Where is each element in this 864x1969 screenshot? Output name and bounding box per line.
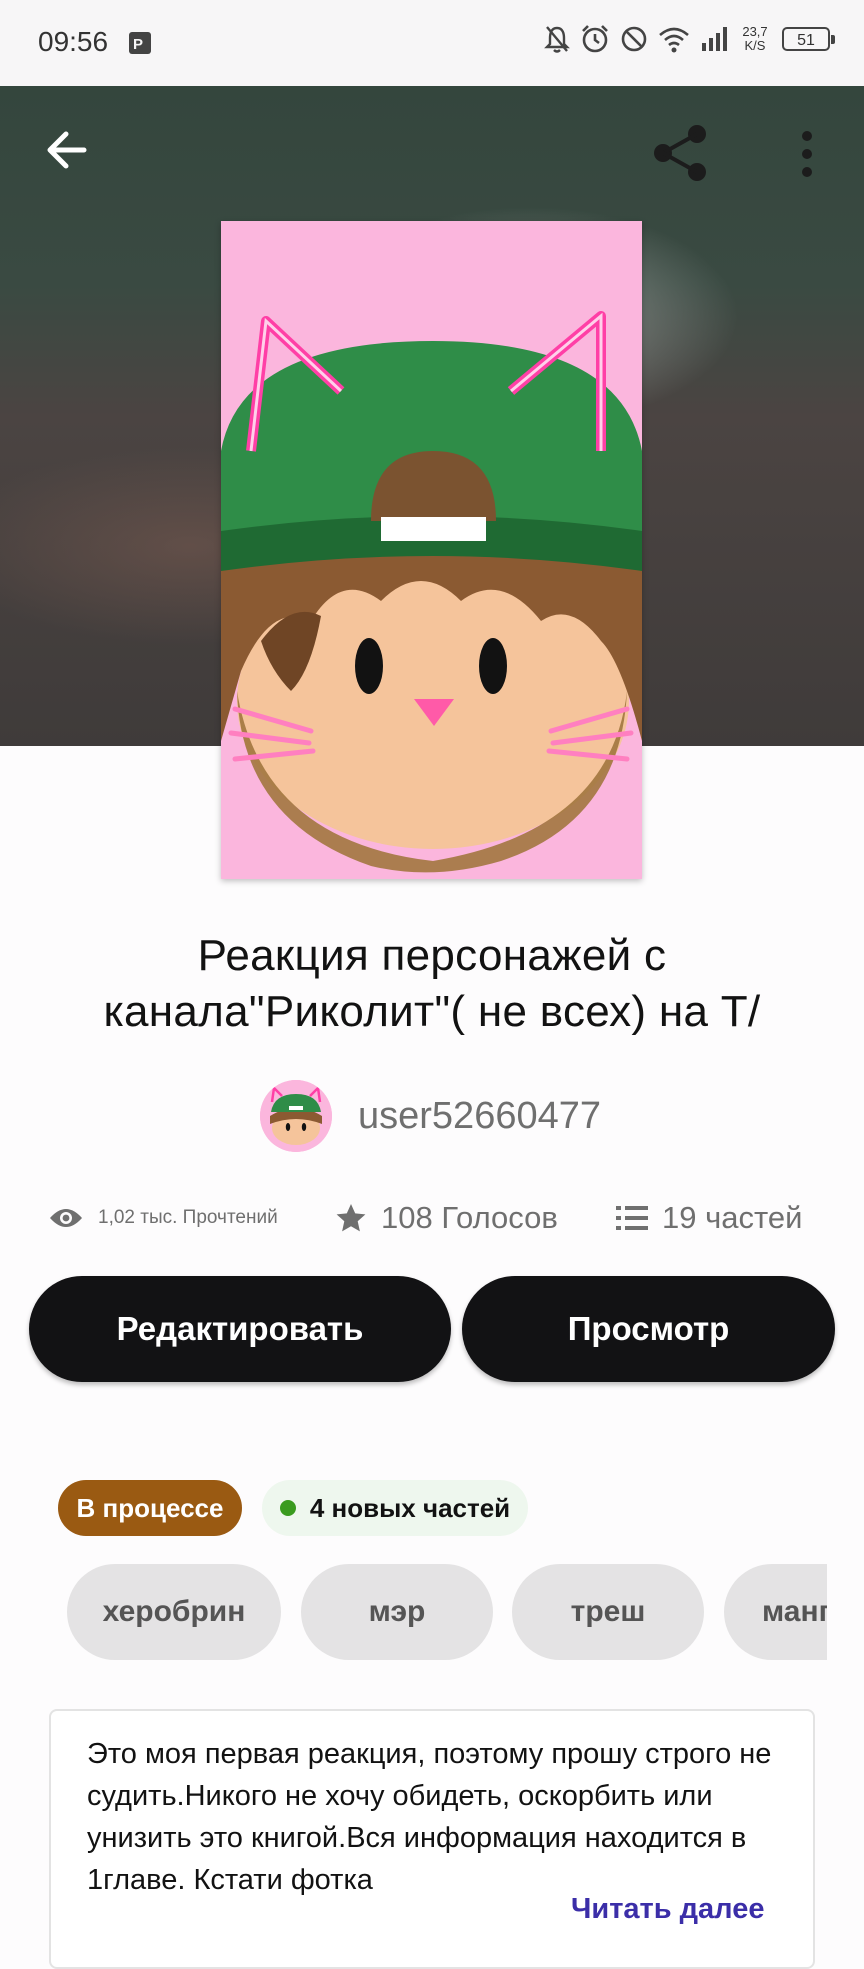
view-button[interactable]: Просмотр [462,1276,835,1382]
in-progress-badge: В процессе [58,1480,242,1536]
signal-icon [702,27,727,51]
new-indicator-dot [279,1500,296,1516]
new-parts-label: 4 новых частей [309,1492,511,1523]
do-not-disturb-icon [621,26,647,52]
story-title-line-1: Реакция персонажей с [197,931,667,980]
votes-count: 108 Голосов [381,1200,558,1235]
eye-icon [50,1209,82,1227]
more-vertical-icon[interactable] [790,126,824,182]
author-name[interactable]: user52660477 [358,1095,601,1138]
status-bar: 09:56 P 23,7 K/S 51 [0,0,864,86]
reads-count: 1,02 тыс. Прочтений [98,1207,278,1228]
reads-stat: 1,02 тыс. Прочтений [48,1206,278,1230]
share-icon[interactable] [650,122,712,184]
net-speed-value: 23,7 [742,24,768,39]
author-row[interactable]: user52660477 [260,1080,601,1152]
description-card: Это моя первая реакция, поэтому прошу ст… [49,1709,815,1969]
alarm-icon [582,25,608,53]
wifi-icon [659,27,689,53]
story-cover-image[interactable] [221,221,642,879]
net-speed-unit: K/S [744,38,766,53]
tag-chip[interactable]: манга [724,1564,827,1660]
svg-text:P: P [133,36,143,53]
tags-list: херобрин мэр треш манга [67,1564,827,1660]
status-icons: 23,7 K/S 51 [544,24,835,54]
battery-icon: 51 [782,27,835,51]
new-parts-badge: 4 новых частей [262,1480,528,1536]
arrow-left-icon[interactable] [40,122,96,178]
tag-chip[interactable]: мэр [301,1564,493,1660]
avatar[interactable] [260,1080,332,1152]
parts-count: 19 частей [662,1200,803,1235]
tag-chip[interactable]: треш [512,1564,704,1660]
edit-button[interactable]: Редактировать [29,1276,451,1382]
tag-chip[interactable]: херобрин [67,1564,281,1660]
net-speed: 23,7 K/S [738,25,772,53]
cover-illustration [221,221,642,879]
parts-stat: 19 частей [616,1200,802,1236]
story-title: Реакция персонажей с канала"Риколит"( не… [40,928,824,1040]
avatar-image [260,1080,332,1152]
description-text: Это моя первая реакция, поэтому прошу ст… [87,1738,772,1896]
votes-stat: 108 Голосов [335,1200,558,1236]
status-time: 09:56 [38,26,109,57]
mute-bell-icon [544,26,570,53]
list-icon [616,1206,648,1230]
story-stats: 1,02 тыс. Прочтений 108 Голосов 19 часте… [48,1196,828,1240]
story-title-line-2: канала"Риколит"( не всех) на Т/ [103,987,761,1036]
app-p-icon: P [129,32,151,54]
star-icon [336,1204,366,1232]
read-more-link[interactable]: Читать далее [571,1893,764,1926]
